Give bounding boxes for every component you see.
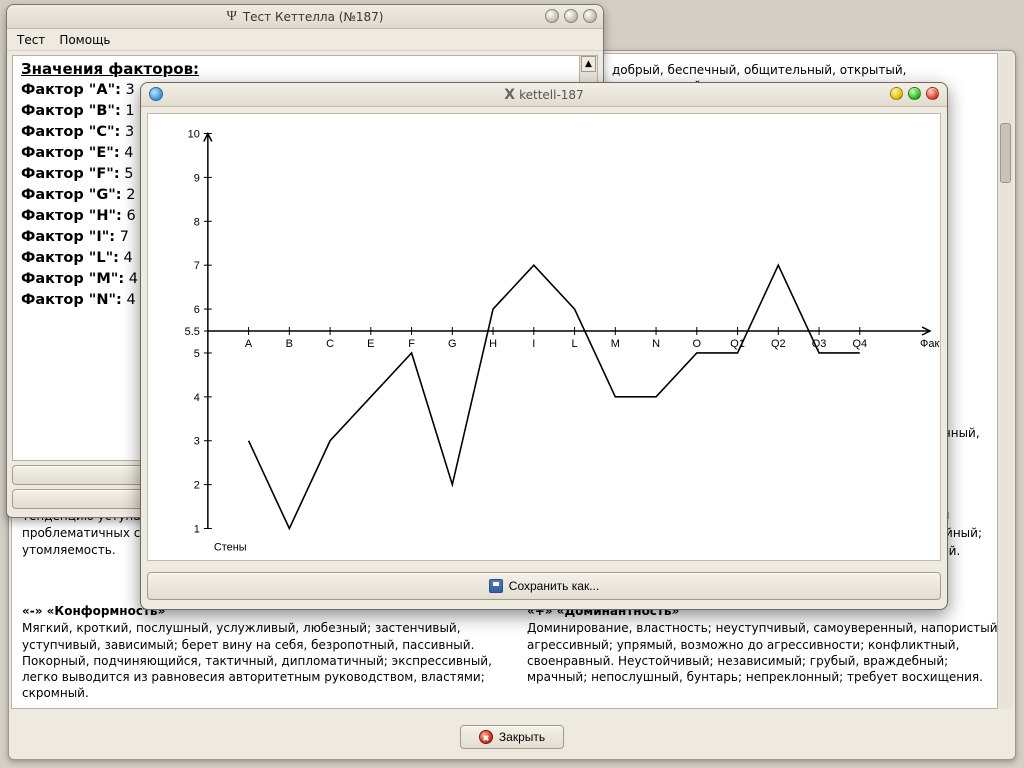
svg-text:C: C xyxy=(326,338,334,350)
chart-svg: 1 2 3 4 5 5.5 6 7 8 9 10 A B C E F G H I L M N O Q1 Q2 Q3 Q4 Фактор… xyxy=(148,114,940,560)
factors-heading: Значения факторов: xyxy=(21,60,589,78)
svg-text:9: 9 xyxy=(194,172,200,184)
svg-text:Q4: Q4 xyxy=(852,338,867,350)
trait-pos-text: Доминирование, властность; неуступчивый,… xyxy=(527,620,1002,685)
scroll-up-icon[interactable]: ▲ xyxy=(581,56,596,72)
svg-text:8: 8 xyxy=(194,216,200,228)
window-controls xyxy=(545,9,597,23)
svg-text:6: 6 xyxy=(194,304,200,316)
close-window-button[interactable] xyxy=(583,9,597,23)
minimize-button[interactable] xyxy=(545,9,559,23)
svg-text:O: O xyxy=(693,338,702,350)
close-label: Закрыть xyxy=(499,730,545,744)
chart-title: kettell-187 xyxy=(519,88,584,102)
chart-canvas: 1 2 3 4 5 5.5 6 7 8 9 10 A B C E F G H I L M N O Q1 Q2 Q3 Q4 Фактор… xyxy=(147,113,941,561)
trait-neg-text: Мягкий, кроткий, послушный, услужливый, … xyxy=(22,620,497,701)
svg-text:Q1: Q1 xyxy=(730,338,745,350)
results-scrollbar[interactable] xyxy=(997,53,1013,709)
svg-text:G: G xyxy=(448,338,457,350)
factors-menubar: Тест Помощь xyxy=(7,29,603,51)
trait-negative-col: «-» «Конформность» Мягкий, кроткий, посл… xyxy=(22,604,497,701)
trait-columns: «-» «Конформность» Мягкий, кроткий, посл… xyxy=(22,604,1002,701)
chart-window-controls xyxy=(890,87,939,100)
svg-text:Стены: Стены xyxy=(214,541,247,553)
factors-titlebar[interactable]: Ψ Тест Кеттелла (№187) xyxy=(7,5,603,29)
svg-text:2: 2 xyxy=(194,480,200,492)
psi-icon: Ψ xyxy=(227,9,237,25)
factors-title: Тест Кеттелла (№187) xyxy=(243,10,384,24)
svg-text:H: H xyxy=(489,338,497,350)
svg-text:F: F xyxy=(408,338,415,350)
minimize-button[interactable] xyxy=(890,87,903,100)
svg-text:Q2: Q2 xyxy=(771,338,786,350)
svg-text:4: 4 xyxy=(194,392,200,404)
svg-text:L: L xyxy=(572,338,578,350)
chart-footer: Сохранить как... xyxy=(147,569,941,603)
scrollbar-thumb[interactable] xyxy=(1000,123,1011,183)
chart-titlebar[interactable]: X kettell-187 xyxy=(141,83,947,107)
svg-text:3: 3 xyxy=(194,436,200,448)
results-footer: Закрыть xyxy=(11,717,1013,757)
svg-text:N: N xyxy=(652,338,660,350)
svg-text:M: M xyxy=(611,338,620,350)
svg-text:1: 1 xyxy=(194,524,200,536)
menu-test[interactable]: Тест xyxy=(17,33,45,47)
chart-window: X kettell-187 1 2 3 4 5 5.5 6 7 8 9 10 A B C E F G H I L M N O… xyxy=(140,82,948,610)
close-button[interactable]: Закрыть xyxy=(460,725,564,749)
svg-text:10: 10 xyxy=(188,129,200,141)
save-icon xyxy=(489,579,503,593)
save-as-label: Сохранить как... xyxy=(509,579,599,593)
trait-positive-col: «+» «Доминантность» Доминирование, власт… xyxy=(527,604,1002,701)
app-icon xyxy=(149,87,163,101)
menu-help[interactable]: Помощь xyxy=(59,33,110,47)
svg-text:Q3: Q3 xyxy=(812,338,827,350)
svg-text:E: E xyxy=(367,338,374,350)
svg-text:I: I xyxy=(532,338,535,350)
maximize-button[interactable] xyxy=(908,87,921,100)
svg-text:5.5: 5.5 xyxy=(185,326,200,338)
svg-text:A: A xyxy=(245,338,253,350)
svg-text:B: B xyxy=(286,338,293,350)
svg-text:7: 7 xyxy=(194,260,200,272)
maximize-button[interactable] xyxy=(564,9,578,23)
svg-text:Фактор: Фактор xyxy=(920,338,940,350)
svg-text:5: 5 xyxy=(194,348,200,360)
close-window-button[interactable] xyxy=(926,87,939,100)
save-as-button[interactable]: Сохранить как... xyxy=(147,572,941,600)
x11-icon: X xyxy=(504,87,515,103)
close-icon xyxy=(479,730,493,744)
